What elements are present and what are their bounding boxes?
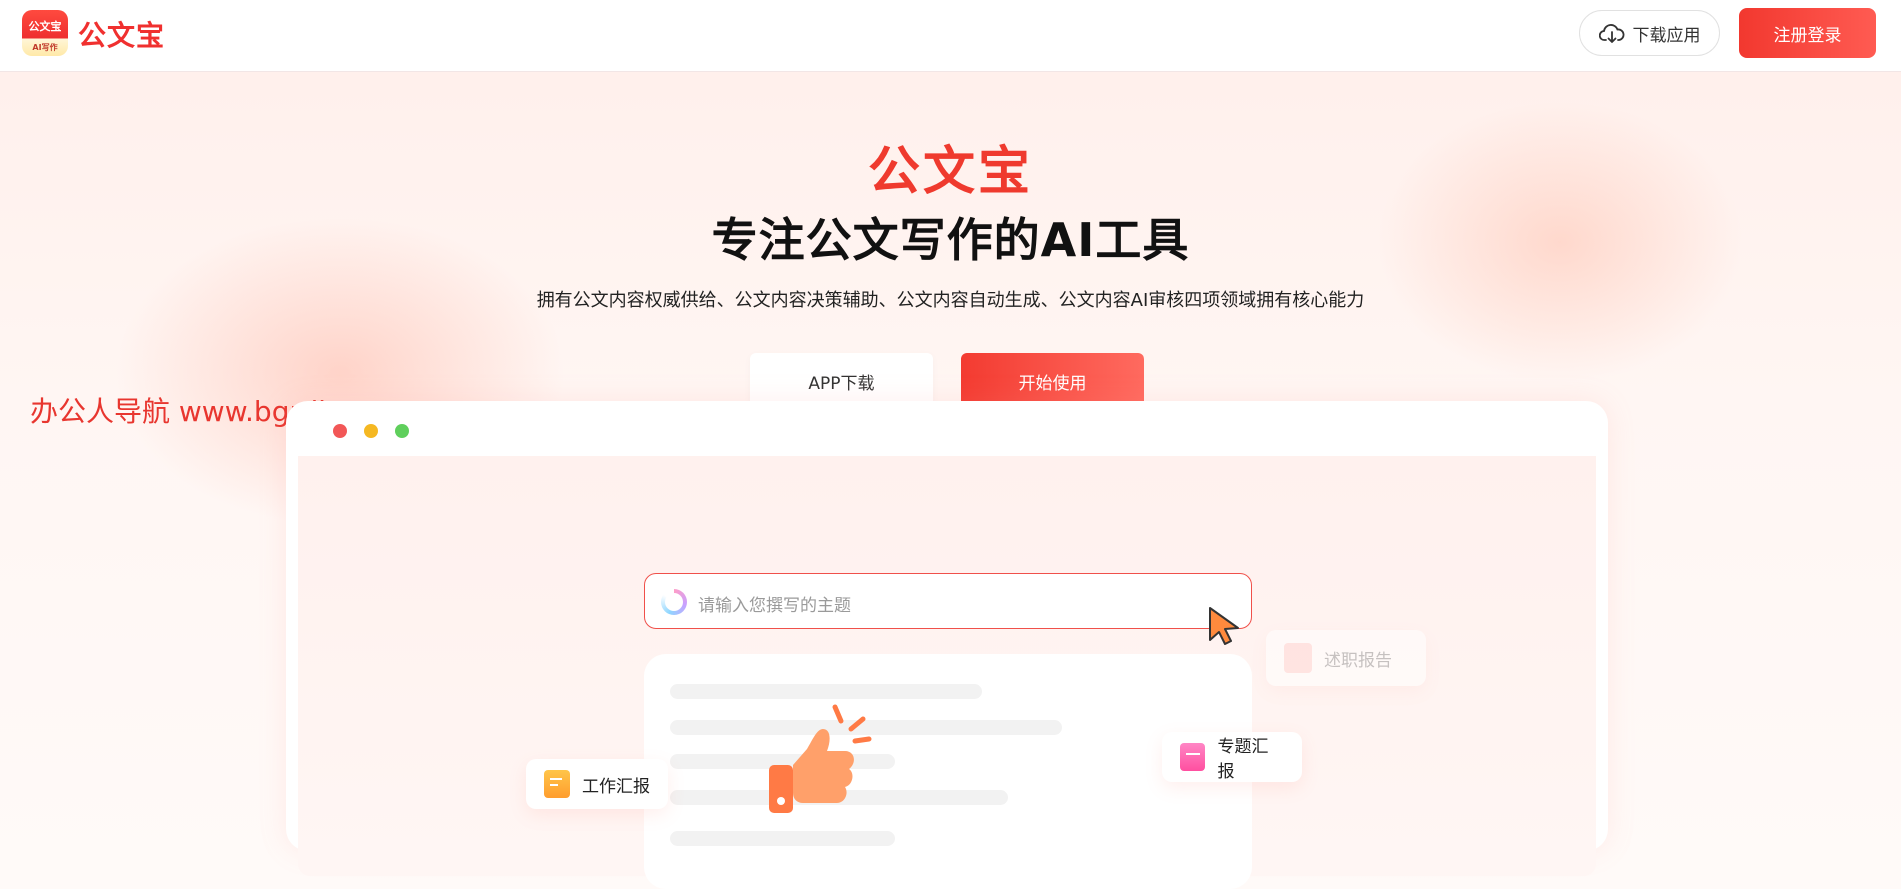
loading-spinner-icon	[661, 589, 687, 615]
tag-label: 工作汇报	[582, 776, 650, 797]
pink-doc-icon	[1180, 743, 1206, 771]
window-minimize-dot	[364, 424, 378, 438]
brand-name[interactable]: 公文宝	[78, 14, 165, 54]
cursor-icon	[1209, 607, 1239, 645]
hero-brand: 公文宝	[867, 142, 1033, 202]
search-placeholder: 请输入您撰写的主题	[698, 596, 851, 616]
download-app-button[interactable]: 下载应用	[1579, 10, 1720, 56]
logo-subtext: AI写作	[32, 43, 58, 52]
top-nav: 公文宝 AI写作 公文宝 下载应用 注册登录	[0, 0, 1901, 72]
window-maximize-dot	[395, 424, 409, 438]
skeleton-line	[670, 831, 895, 846]
tag-topic-report[interactable]: 专题汇报	[1162, 732, 1302, 782]
window-close-dot	[333, 424, 347, 438]
download-app-label: 下载应用	[1632, 25, 1701, 46]
tag-duty-report[interactable]: 述职报告	[1266, 630, 1426, 686]
tag-label: 专题汇报	[1217, 737, 1269, 782]
logo-text: 公文宝	[28, 20, 62, 33]
thumbs-up-icon	[769, 704, 872, 813]
skeleton-card	[644, 654, 1252, 889]
register-login-button[interactable]: 注册登录	[1739, 8, 1876, 58]
orange-doc-icon	[544, 770, 570, 798]
app-logo[interactable]: 公文宝 AI写作	[22, 10, 68, 56]
topic-search-input[interactable]: 请输入您撰写的主题	[644, 573, 1252, 629]
skeleton-line	[670, 684, 982, 699]
tag-work-report[interactable]: 工作汇报	[526, 759, 668, 809]
grey-doc-icon	[1284, 643, 1312, 673]
cloud-download-icon	[1598, 24, 1624, 43]
hero-title: 专注公文写作的AI工具	[711, 213, 1190, 267]
hero-subtitle: 拥有公文内容权威供给、公文内容决策辅助、公文内容自动生成、公文内容AI审核四项领…	[536, 290, 1365, 311]
tag-label: 述职报告	[1324, 650, 1392, 671]
